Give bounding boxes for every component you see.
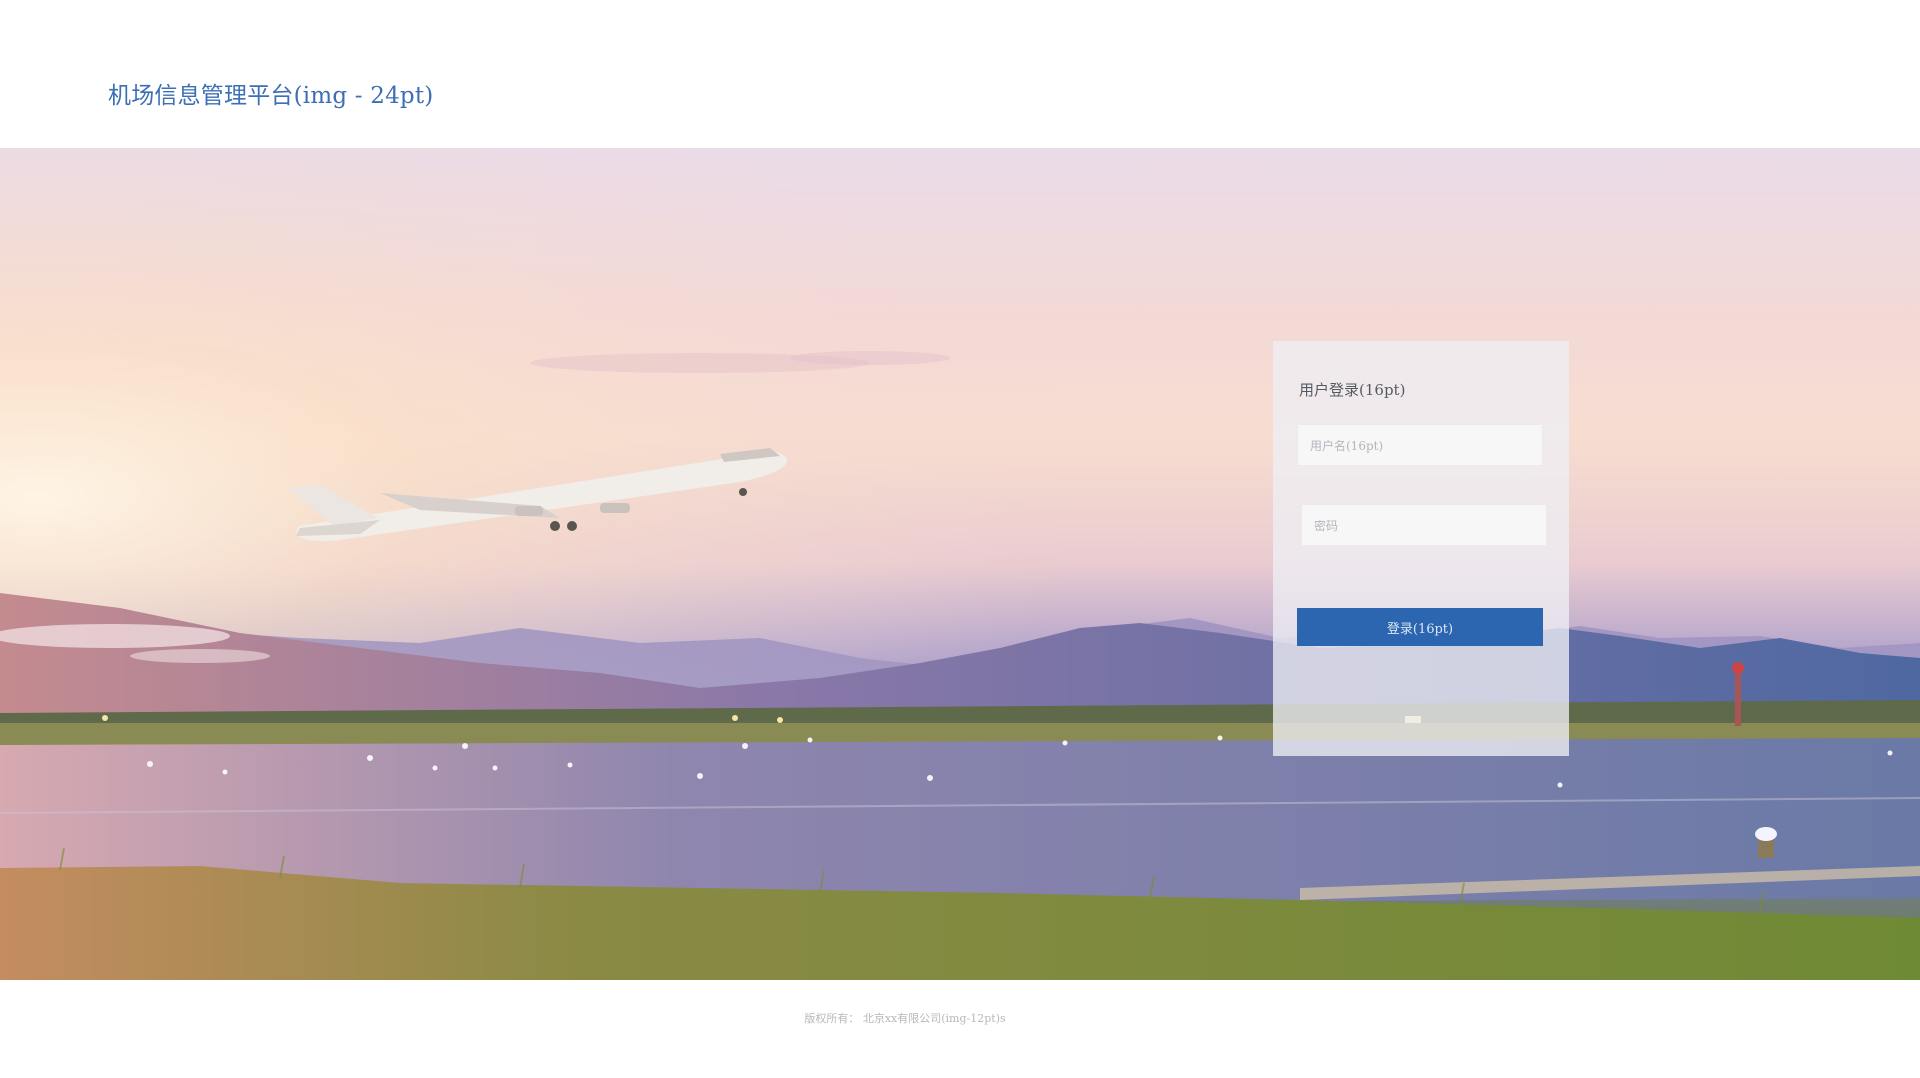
login-panel: 用户登录(16pt) 用户名(16pt) 密码 登录(16pt)	[1273, 341, 1569, 756]
login-page: 机场信息管理平台(img - 24pt) 用户登录(16pt) 用户名(16pt…	[0, 0, 1920, 1078]
password-input[interactable]: 密码	[1301, 504, 1547, 546]
login-title: 用户登录(16pt)	[1299, 381, 1406, 399]
login-button[interactable]: 登录(16pt)	[1297, 608, 1543, 646]
app-title: 机场信息管理平台(img - 24pt)	[108, 83, 434, 109]
password-placeholder: 密码	[1314, 518, 1339, 533]
copyright-footer: 版权所有： 北京xx有限公司(img-12pt)s	[804, 1012, 1006, 1025]
username-placeholder: 用户名(16pt)	[1310, 438, 1384, 453]
hero-image	[0, 148, 1920, 980]
airport-scene-illustration	[0, 148, 1920, 980]
username-input[interactable]: 用户名(16pt)	[1297, 424, 1543, 466]
